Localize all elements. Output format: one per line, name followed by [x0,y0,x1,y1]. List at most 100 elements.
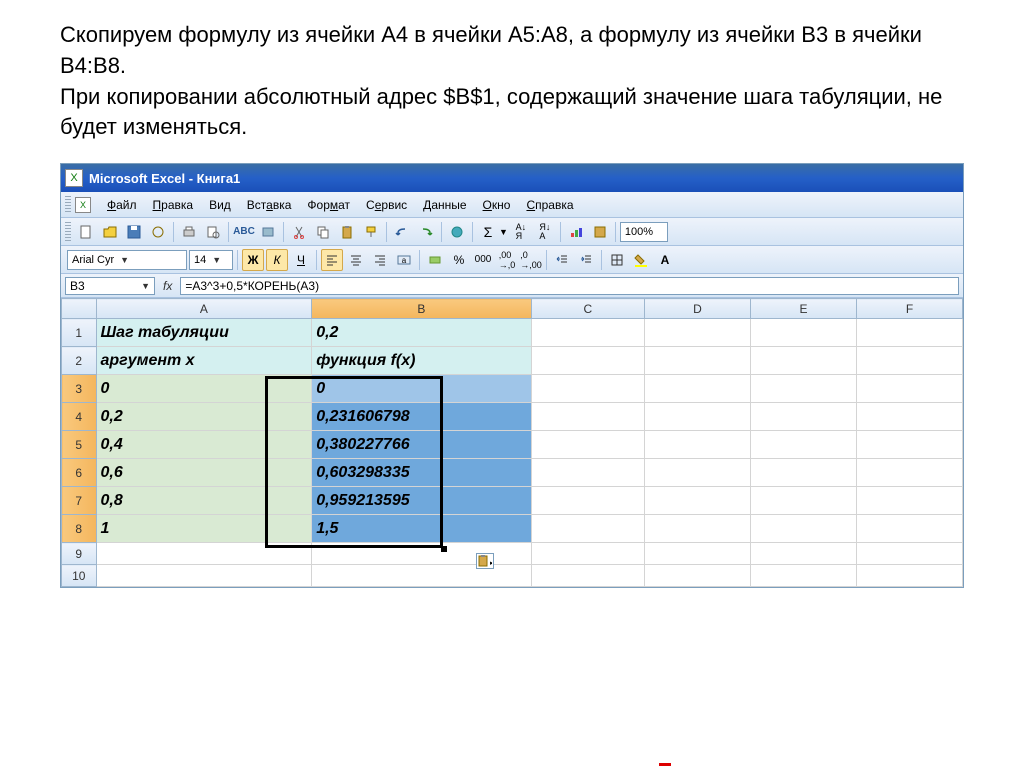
currency-button[interactable] [424,249,446,271]
name-box[interactable]: B3 ▼ [65,277,155,295]
cell-f6[interactable] [856,459,962,487]
cell-c6[interactable] [531,459,644,487]
font-size-combo[interactable]: 14▼ [189,250,233,270]
cell-c7[interactable] [531,487,644,515]
paste-button[interactable] [336,221,358,243]
row-header-7[interactable]: 7 [62,487,97,515]
cell-a7[interactable]: 0,8 [96,487,312,515]
cell-e8[interactable] [750,515,856,543]
menu-service[interactable]: Сервис [358,196,415,214]
italic-button[interactable]: К [266,249,288,271]
cell-f9[interactable] [856,543,962,565]
chart-wizard-button[interactable] [565,221,587,243]
cell-d10[interactable] [644,565,750,587]
print-button[interactable] [178,221,200,243]
menu-view[interactable]: Вид [201,196,239,214]
col-header-f[interactable]: F [856,299,962,319]
cell-f10[interactable] [856,565,962,587]
borders-button[interactable] [606,249,628,271]
cell-b1[interactable]: 0,2 [312,319,531,347]
cell-a5[interactable]: 0,4 [96,431,312,459]
cell-b6[interactable]: 0,603298335 [312,459,531,487]
cell-a10[interactable] [96,565,312,587]
row-header-4[interactable]: 4 [62,403,97,431]
cell-c8[interactable] [531,515,644,543]
increase-indent-button[interactable] [575,249,597,271]
decrease-indent-button[interactable] [551,249,573,271]
cell-c1[interactable] [531,319,644,347]
cell-e1[interactable] [750,319,856,347]
cell-c9[interactable] [531,543,644,565]
permissions-button[interactable] [147,221,169,243]
cell-a3[interactable]: 0 [96,375,312,403]
cell-d9[interactable] [644,543,750,565]
menu-window[interactable]: Окно [475,196,519,214]
cell-e9[interactable] [750,543,856,565]
redo-button[interactable] [415,221,437,243]
cell-c2[interactable] [531,347,644,375]
cell-f8[interactable] [856,515,962,543]
cell-c4[interactable] [531,403,644,431]
cell-a6[interactable]: 0,6 [96,459,312,487]
menu-file[interactable]: Файл [99,196,145,214]
cell-d5[interactable] [644,431,750,459]
menu-help[interactable]: Справка [518,196,581,214]
menu-data[interactable]: Данные [415,196,474,214]
cell-e10[interactable] [750,565,856,587]
cell-f3[interactable] [856,375,962,403]
menu-insert[interactable]: Вставка [239,196,300,214]
cell-d7[interactable] [644,487,750,515]
cell-c5[interactable] [531,431,644,459]
menu-format[interactable]: Формат [299,196,358,214]
cell-d2[interactable] [644,347,750,375]
row-header-3[interactable]: 3 [62,375,97,403]
merge-center-button[interactable]: a [393,249,415,271]
sort-asc-button[interactable]: А↓Я [510,221,532,243]
cell-f1[interactable] [856,319,962,347]
research-button[interactable] [257,221,279,243]
percent-button[interactable]: % [448,249,470,271]
col-header-b[interactable]: B [312,299,531,319]
autosum-dropdown[interactable]: ▼ [499,227,508,237]
cell-c10[interactable] [531,565,644,587]
cell-e6[interactable] [750,459,856,487]
cell-f5[interactable] [856,431,962,459]
autosum-button[interactable]: Σ [477,221,499,243]
cell-e2[interactable] [750,347,856,375]
cell-b8[interactable]: 1,5 [312,515,531,543]
print-preview-button[interactable] [202,221,224,243]
comma-style-button[interactable]: 000 [472,249,494,271]
cell-d3[interactable] [644,375,750,403]
cell-b7[interactable]: 0,959213595 [312,487,531,515]
fill-color-button[interactable] [630,249,652,271]
decrease-decimal-button[interactable]: ,0→,00 [520,249,542,271]
cell-b2[interactable]: функция f(x) [312,347,531,375]
cell-b10[interactable] [312,565,531,587]
row-header-10[interactable]: 10 [62,565,97,587]
new-button[interactable] [75,221,97,243]
spellcheck-button[interactable]: ABC [233,221,255,243]
toolbar-grip-icon[interactable] [65,222,71,242]
col-header-d[interactable]: D [644,299,750,319]
undo-button[interactable] [391,221,413,243]
cell-a8[interactable]: 1 [96,515,312,543]
fx-button[interactable]: fx [159,279,176,293]
select-all-corner[interactable] [62,299,97,319]
cell-b4[interactable]: 0,231606798 [312,403,531,431]
cell-f7[interactable] [856,487,962,515]
row-header-2[interactable]: 2 [62,347,97,375]
drawing-button[interactable] [589,221,611,243]
autofill-options-icon[interactable]: ▸ [476,553,494,569]
worksheet-grid[interactable]: A B C D E F 1 Шаг табуляции 0,2 2 аргуме… [61,298,963,587]
formula-input[interactable]: =A3^3+0,5*КОРЕНЬ(A3) [180,277,959,295]
row-header-1[interactable]: 1 [62,319,97,347]
align-left-button[interactable] [321,249,343,271]
zoom-combo[interactable]: 100% [620,222,668,242]
cell-e7[interactable] [750,487,856,515]
cell-e5[interactable] [750,431,856,459]
cell-d8[interactable] [644,515,750,543]
align-right-button[interactable] [369,249,391,271]
font-combo[interactable]: Arial Cyr▼ [67,250,187,270]
align-center-button[interactable] [345,249,367,271]
cell-c3[interactable] [531,375,644,403]
